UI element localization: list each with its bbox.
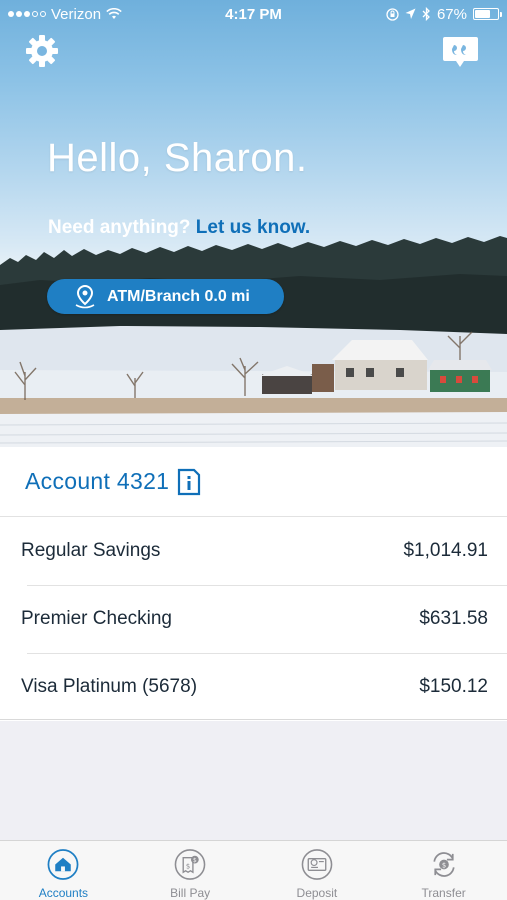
- location-arrow-icon: [405, 8, 416, 19]
- signal-strength-icon: [8, 11, 46, 17]
- tab-transfer[interactable]: $ Transfer: [380, 841, 507, 900]
- help-prompt: Need anything? Let us know.: [48, 217, 310, 239]
- account-row-visa-platinum[interactable]: Visa Platinum (5678) $150.12: [0, 653, 507, 721]
- status-left: Verizon: [8, 6, 178, 23]
- atm-branch-label: ATM/Branch 0.0 mi: [107, 287, 250, 305]
- status-right: 67%: [329, 5, 502, 23]
- tab-label: Accounts: [38, 886, 89, 900]
- status-time: 4:17 PM: [225, 5, 282, 23]
- contact-us-link[interactable]: Let us know.: [196, 217, 310, 238]
- account-name: Regular Savings: [21, 540, 161, 561]
- svg-text:$: $: [441, 861, 445, 869]
- transfer-icon: $: [433, 852, 455, 877]
- atm-branch-button[interactable]: ATM/Branch 0.0 mi: [47, 279, 284, 314]
- tab-label: Transfer: [421, 886, 466, 900]
- svg-text:$: $: [186, 862, 190, 870]
- hero-banner: Verizon 4:17 PM 67% Hello, Sharon. Need …: [0, 0, 507, 447]
- info-icon[interactable]: [177, 468, 201, 496]
- tab-label: Deposit: [296, 886, 338, 900]
- greeting-heading: Hello, Sharon.: [47, 136, 308, 180]
- account-list: Regular Savings $1,014.91 Premier Checki…: [0, 517, 507, 721]
- tab-bar: Accounts $ $ Bill Pay Deposit $ Transfer: [0, 840, 507, 900]
- account-name: Visa Platinum (5678): [21, 676, 198, 697]
- tab-deposit[interactable]: Deposit: [254, 841, 381, 900]
- account-name: Premier Checking: [21, 608, 172, 629]
- battery-icon: [473, 8, 502, 20]
- account-row-premier-checking[interactable]: Premier Checking $631.58: [0, 585, 507, 653]
- bluetooth-icon: [422, 7, 430, 21]
- account-row-regular-savings[interactable]: Regular Savings $1,014.91: [0, 517, 507, 585]
- gear-icon: [26, 35, 58, 67]
- orientation-lock-icon: [386, 7, 399, 21]
- account-header[interactable]: Account 4321: [0, 447, 507, 517]
- status-bar: Verizon 4:17 PM 67%: [0, 0, 507, 28]
- tab-label: Bill Pay: [170, 886, 211, 900]
- location-pin-icon: [75, 284, 95, 308]
- battery-percent: 67%: [436, 5, 467, 23]
- tab-accounts[interactable]: Accounts: [0, 841, 127, 900]
- help-prompt-text: Need anything?: [48, 217, 191, 238]
- wifi-icon: [106, 8, 122, 19]
- chat-button[interactable]: [442, 36, 479, 69]
- deposit-check-icon: [301, 849, 333, 880]
- quote-bubble-icon: [443, 37, 478, 67]
- battery-fill: [475, 10, 490, 18]
- svg-text:$: $: [193, 858, 197, 864]
- home-icon: [47, 849, 79, 880]
- settings-button[interactable]: [24, 33, 60, 69]
- account-balance: $1,014.91: [403, 540, 488, 561]
- account-title: Account 4321: [25, 468, 170, 494]
- account-balance: $631.58: [419, 608, 488, 629]
- account-balance: $150.12: [419, 676, 488, 697]
- bill-pay-icon: $ $: [174, 849, 206, 880]
- carrier-name: Verizon: [51, 5, 102, 23]
- tab-bill-pay[interactable]: $ $ Bill Pay: [127, 841, 254, 900]
- list-divider: [0, 719, 507, 720]
